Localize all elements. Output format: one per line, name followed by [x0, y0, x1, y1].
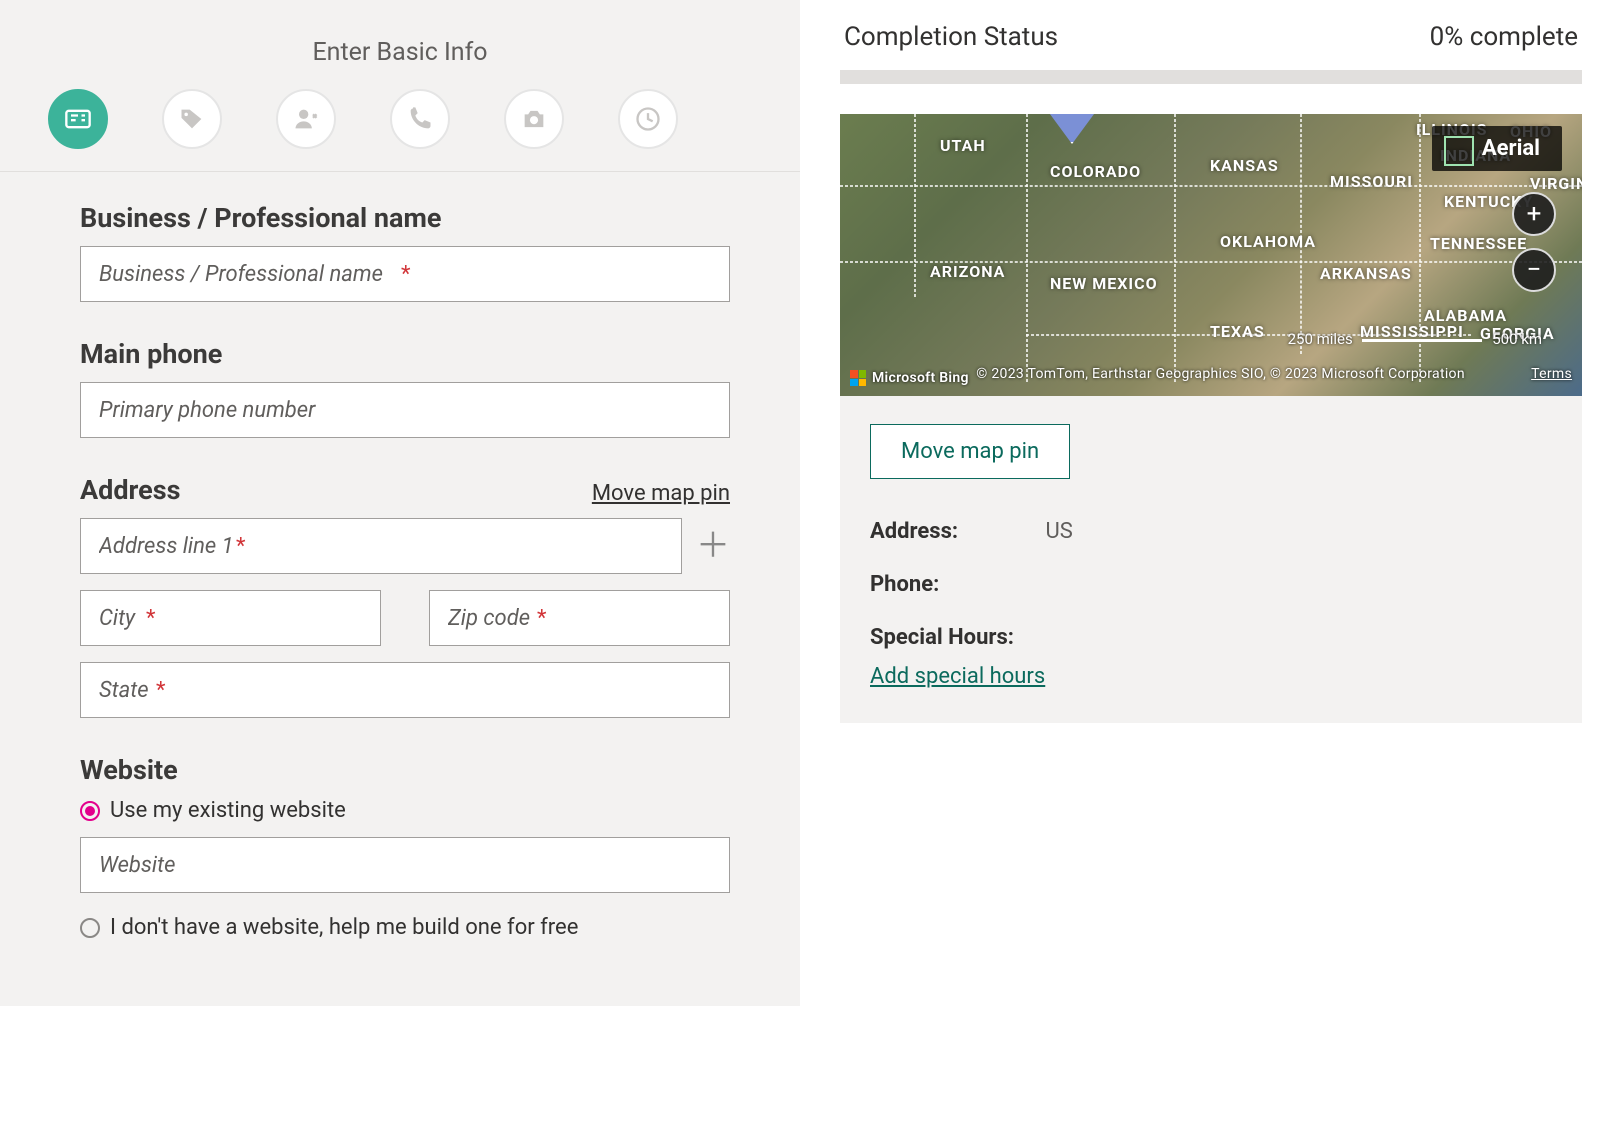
zip-input[interactable]: [429, 590, 730, 646]
step-photos[interactable]: [504, 89, 564, 149]
address-label: Address: [80, 474, 181, 506]
city-required: *: [146, 606, 155, 631]
step-bar: [0, 79, 800, 172]
address-line1-input[interactable]: [80, 518, 682, 574]
map-terms-link[interactable]: Terms: [1531, 366, 1572, 382]
map-label-missouri: MISSOURI: [1330, 172, 1413, 191]
map-scale: 250 miles 500 km: [1288, 330, 1542, 348]
city-input[interactable]: [80, 590, 381, 646]
website-label: Website: [80, 754, 730, 786]
map-aerial-toggle[interactable]: Aerial: [1432, 126, 1562, 171]
map-attribution: Microsoft Bing © 2023 TomTom, Earthstar …: [850, 366, 1572, 387]
clock-icon: [634, 105, 662, 133]
map-zoom-out-button[interactable]: −: [1512, 248, 1556, 292]
business-name-label: Business / Professional name: [80, 202, 730, 234]
website-existing-radio[interactable]: [80, 801, 100, 821]
map-label-colorado: COLORADO: [1050, 162, 1141, 181]
website-input[interactable]: [80, 837, 730, 893]
map-label-kansas: KANSAS: [1210, 156, 1279, 175]
website-existing-option[interactable]: Use my existing website: [80, 798, 730, 823]
main-phone-input[interactable]: [80, 382, 730, 438]
website-existing-text: Use my existing website: [110, 798, 346, 823]
map-label-oklahoma: OKLAHOMA: [1220, 232, 1316, 251]
map-label-utah: UTAH: [940, 136, 986, 155]
website-build-option[interactable]: I don't have a website, help me build on…: [80, 915, 730, 940]
card-id-icon: [64, 105, 92, 133]
map-zoom-in-button[interactable]: +: [1512, 192, 1556, 236]
preview-card: UTAH COLORADO KANSAS MISSOURI ARIZONA NE…: [840, 114, 1582, 723]
step-tags[interactable]: [162, 89, 222, 149]
step-basic-info[interactable]: [48, 89, 108, 149]
info-address-label: Address:: [870, 519, 1040, 544]
step-person[interactable]: [276, 89, 336, 149]
microsoft-bing-logo: Microsoft Bing: [850, 370, 969, 386]
step-hours[interactable]: [618, 89, 678, 149]
move-map-pin-button[interactable]: Move map pin: [870, 424, 1070, 479]
preview-pane: Completion Status 0% complete UTAH COLOR: [800, 0, 1600, 723]
map-label-virginia: VIRGINIA: [1530, 174, 1582, 193]
form: Business / Professional name * Main phon…: [0, 172, 800, 940]
completion-status-value: 0% complete: [1430, 22, 1578, 52]
map[interactable]: UTAH COLORADO KANSAS MISSOURI ARIZONA NE…: [840, 114, 1582, 396]
state-input[interactable]: [80, 662, 730, 718]
step-phone[interactable]: [390, 89, 450, 149]
camera-icon: [520, 105, 548, 133]
info-address-value: US: [1045, 519, 1072, 544]
address1-required: *: [236, 534, 245, 559]
business-name-required: *: [401, 262, 410, 287]
form-title: Enter Basic Info: [0, 0, 800, 79]
map-label-newmexico: NEW MEXICO: [1050, 274, 1158, 293]
completion-progress-bar: [840, 70, 1582, 84]
map-label-arkansas: ARKANSAS: [1320, 264, 1412, 283]
state-required: *: [156, 678, 165, 703]
move-map-pin-link[interactable]: Move map pin: [592, 481, 730, 506]
person-icon: [292, 105, 320, 133]
tag-icon: [178, 105, 206, 133]
add-address-line-button[interactable]: ＋: [696, 529, 730, 563]
website-build-radio[interactable]: [80, 918, 100, 938]
map-label-arizona: ARIZONA: [930, 262, 1005, 281]
website-build-text: I don't have a website, help me build on…: [110, 915, 578, 940]
completion-status-label: Completion Status: [844, 22, 1058, 52]
map-copyright: © 2023 TomTom, Earthstar Geographics SIO…: [976, 366, 1465, 382]
info-special-hours-label: Special Hours:: [870, 625, 1014, 650]
main-phone-label: Main phone: [80, 338, 730, 370]
form-pane: Enter Basic Info Business / Pr: [0, 0, 800, 1006]
zip-required: *: [537, 606, 546, 631]
phone-icon: [406, 105, 434, 133]
add-special-hours-link[interactable]: Add special hours: [870, 664, 1045, 689]
map-label-texas: TEXAS: [1210, 322, 1265, 341]
map-scale-miles: 250 miles: [1288, 330, 1353, 348]
map-scale-km: 500 km: [1492, 330, 1542, 348]
info-phone-label: Phone:: [870, 572, 1040, 597]
map-label-tennessee: TENNESSEE: [1430, 234, 1527, 253]
